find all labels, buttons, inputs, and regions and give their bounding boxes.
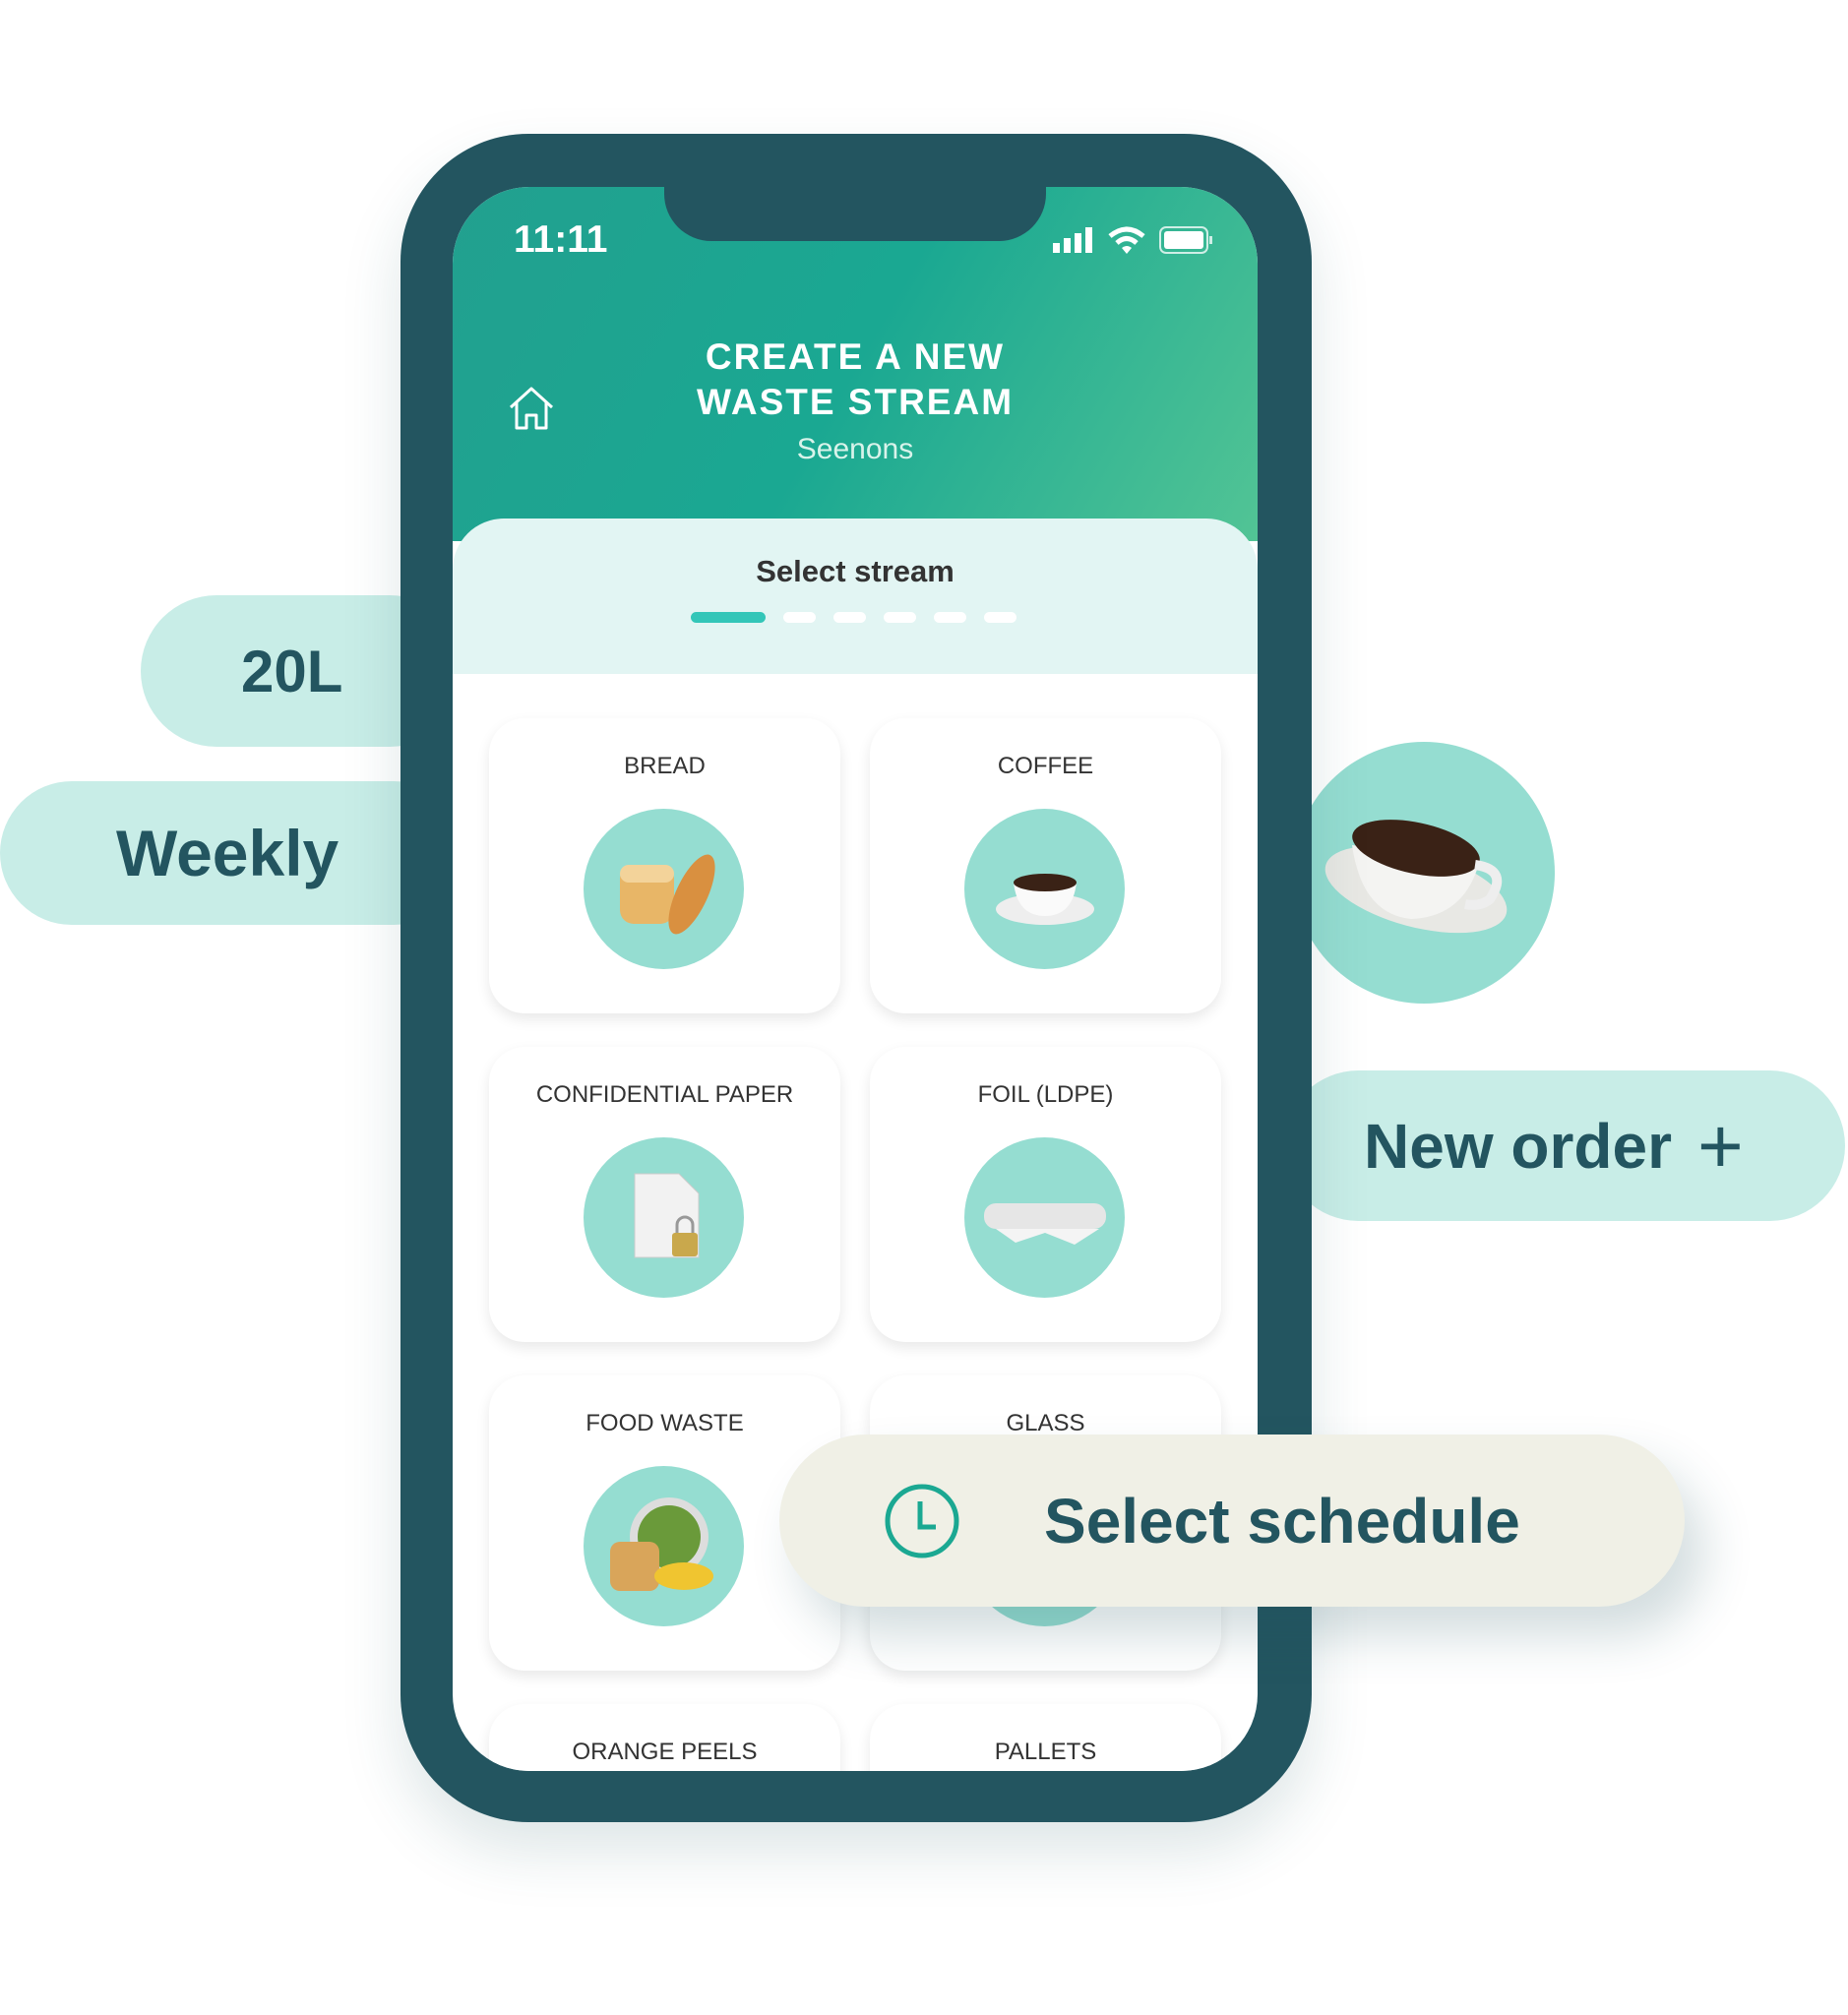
stream-label: BREAD <box>624 753 706 779</box>
title-line-1: CREATE A NEW <box>705 336 1006 377</box>
frequency-pill: Weekly <box>0 781 465 925</box>
select-schedule-label: Select schedule <box>1044 1485 1520 1557</box>
phone-notch <box>664 187 1046 241</box>
stream-card-orange-peels[interactable]: ORANGE PEELS <box>489 1704 840 1771</box>
clock-icon <box>885 1484 959 1557</box>
battery-icon <box>1159 226 1212 254</box>
stream-label: COFFEE <box>997 753 1094 779</box>
stream-card-pallets[interactable]: PALLETS <box>870 1704 1221 1771</box>
coffee-badge-icon <box>1293 742 1555 1004</box>
status-time: 11:11 <box>514 218 608 261</box>
step-dot <box>783 612 816 623</box>
stream-label: GLASS <box>1006 1410 1085 1436</box>
step-dot <box>884 612 916 623</box>
coffee-icon <box>964 809 1125 969</box>
wifi-icon <box>1108 226 1145 254</box>
step-dot <box>984 612 1016 623</box>
confidential-paper-icon <box>584 1137 744 1298</box>
volume-label: 20L <box>241 638 343 704</box>
step-dot <box>833 612 866 623</box>
foil-roll-icon <box>964 1137 1125 1298</box>
step-dot <box>934 612 966 623</box>
bread-icon <box>584 809 744 969</box>
new-order-button[interactable]: New order + <box>1283 1070 1845 1221</box>
stream-card-foil-ldpe[interactable]: FOIL (LDPE) <box>870 1047 1221 1342</box>
plus-icon: + <box>1696 1101 1744 1190</box>
stream-label: ORANGE PEELS <box>572 1739 758 1765</box>
step-progress <box>691 612 1016 623</box>
food-waste-icon <box>584 1466 744 1626</box>
stream-label: CONFIDENTIAL PAPER <box>535 1081 794 1108</box>
page-title: CREATE A NEW WASTE STREAM <box>453 335 1258 425</box>
stream-label: PALLETS <box>994 1739 1097 1765</box>
step-panel: Select stream <box>453 519 1258 674</box>
stream-card-confidential-paper[interactable]: CONFIDENTIAL PAPER <box>489 1047 840 1342</box>
select-schedule-button[interactable]: Select schedule <box>779 1435 1685 1607</box>
page-subtitle: Seenons <box>796 433 914 465</box>
new-order-label: New order <box>1364 1110 1672 1182</box>
signal-icon <box>1053 227 1092 253</box>
step-title: Select stream <box>756 554 955 588</box>
frequency-label: Weekly <box>116 817 339 889</box>
step-dot-active <box>691 612 766 623</box>
title-line-2: WASTE STREAM <box>696 382 1015 422</box>
stream-card-coffee[interactable]: COFFEE <box>870 718 1221 1013</box>
stream-card-bread[interactable]: BREAD <box>489 718 840 1013</box>
stream-label: FOOD WASTE <box>585 1410 744 1436</box>
stream-label: FOIL (LDPE) <box>977 1081 1114 1108</box>
status-icons <box>1053 226 1214 254</box>
